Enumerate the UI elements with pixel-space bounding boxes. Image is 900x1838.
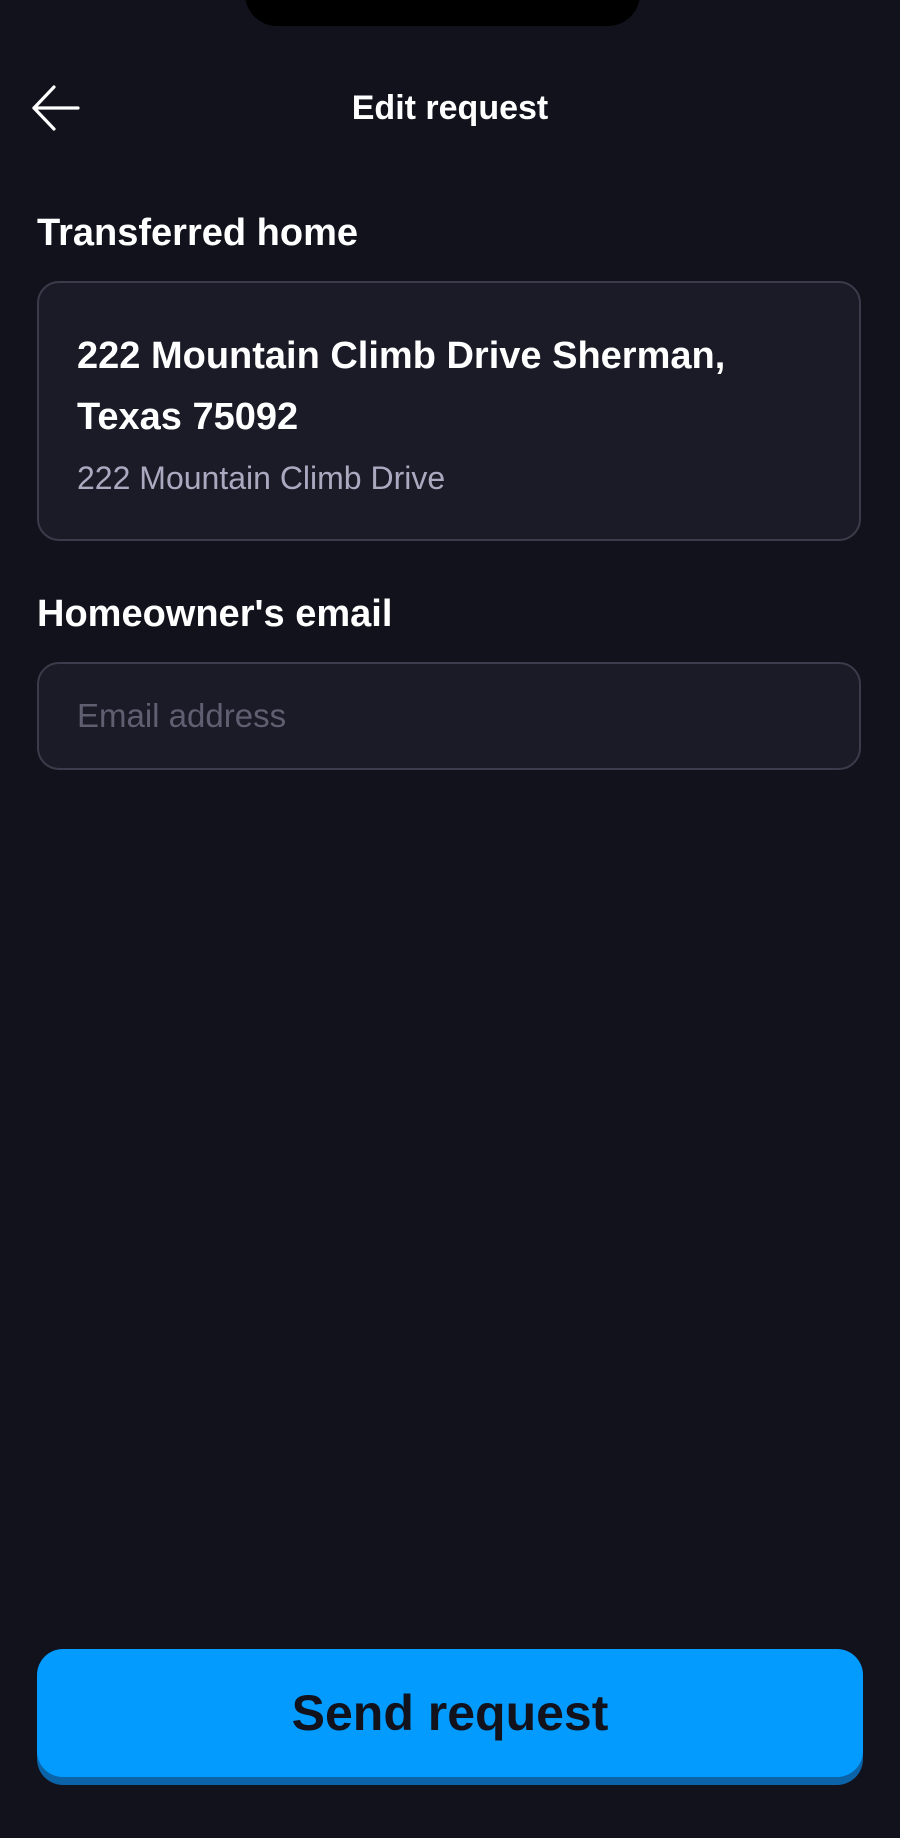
camera-notch <box>245 0 640 26</box>
homeowner-email-label: Homeowner's email <box>37 593 393 635</box>
send-request-label: Send request <box>291 1685 609 1741</box>
transferred-home-label: Transferred home <box>37 212 358 254</box>
email-field-container <box>37 662 861 770</box>
home-address-subtitle: 222 Mountain Climb Drive <box>77 460 446 496</box>
transferred-home-card[interactable]: 222 Mountain Climb Drive Sherman, Texas … <box>37 281 861 541</box>
home-address-title: 222 Mountain Climb Drive Sherman, Texas … <box>77 335 726 438</box>
page-title: Edit request <box>351 89 549 127</box>
send-request-button[interactable]: Send request <box>37 1649 863 1777</box>
email-field[interactable] <box>39 664 859 768</box>
